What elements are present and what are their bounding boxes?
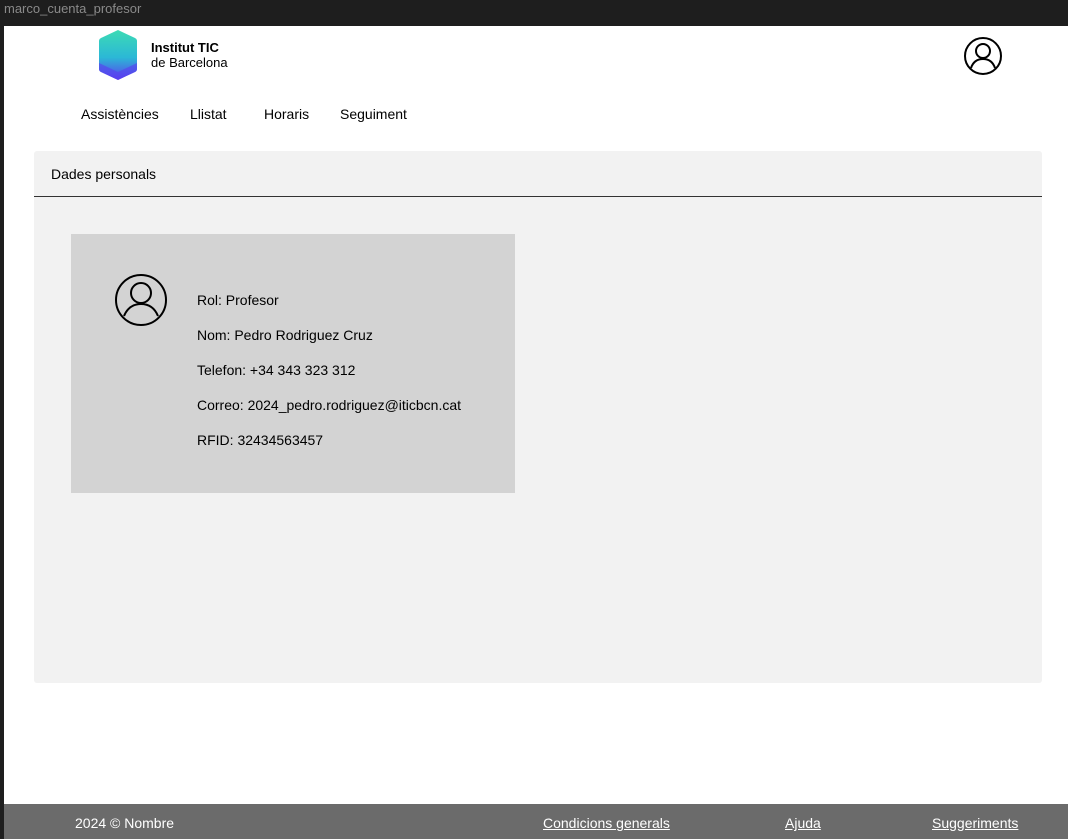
personal-data-panel: Dades personals Rol: Profesor Nom: Pedro… [34, 151, 1042, 683]
field-nom: Nom: Pedro Rodriguez Cruz [197, 327, 373, 343]
logo-hexagon-icon [99, 30, 137, 80]
footer-link-suggeriments[interactable]: Suggeriments [932, 815, 1018, 831]
field-rol: Rol: Profesor [197, 292, 279, 308]
logo-title: Institut TIC [151, 40, 219, 55]
nav-item-horaris[interactable]: Horaris [264, 106, 309, 122]
footer-link-ajuda[interactable]: Ajuda [785, 815, 821, 831]
field-correo: Correo: 2024_pedro.rodriguez@iticbcn.cat [197, 397, 462, 413]
profile-fields: Rol: Profesor Nom: Pedro Rodriguez Cruz … [197, 291, 461, 466]
footer-link-condicions[interactable]: Condicions generals [543, 815, 670, 831]
nav-item-seguiment[interactable]: Seguiment [340, 106, 407, 122]
profile-card: Rol: Profesor Nom: Pedro Rodriguez Cruz … [71, 234, 515, 493]
nav-item-assistencies[interactable]: Assistències [81, 106, 159, 122]
avatar-icon [115, 274, 167, 326]
user-circle-icon [964, 37, 1002, 75]
footer-copyright: 2024 © Nombre [75, 815, 175, 831]
nav-item-llistat[interactable]: Llistat [190, 106, 227, 122]
panel-title: Dades personals [34, 151, 1042, 197]
logo-subtitle: de Barcelona [151, 55, 228, 70]
page-frame: Institut TIC de Barcelona Assistències L… [4, 26, 1068, 839]
field-rfid: RFID: 32434563457 [197, 432, 324, 448]
field-telefon: Telefon: +34 343 323 312 [197, 362, 356, 378]
institut-logo[interactable]: Institut TIC de Barcelona [98, 29, 228, 81]
footer: 2024 © Nombre Condicions generals Ajuda … [4, 804, 1068, 839]
user-account-button[interactable] [963, 36, 1003, 76]
frame-title: marco_cuenta_profesor [4, 1, 142, 16]
